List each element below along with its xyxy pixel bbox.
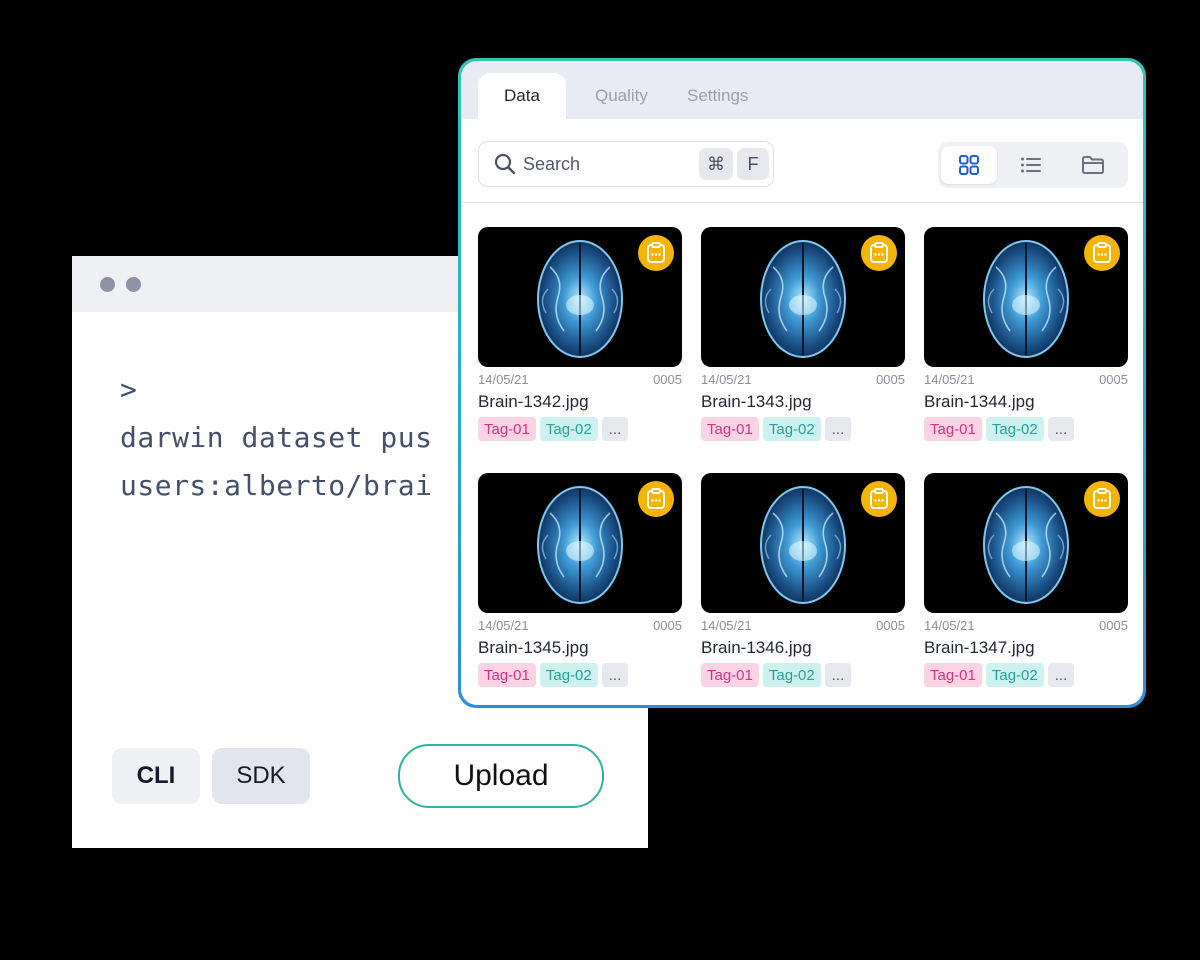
item-date: 14/05/21 xyxy=(478,618,529,633)
item-count: 0005 xyxy=(876,618,905,633)
image-card[interactable]: 14/05/21 0005 Brain-1344.jpg Tag-01 Tag-… xyxy=(924,227,1128,441)
more-tags-button[interactable]: ... xyxy=(1047,663,1075,687)
item-date: 14/05/21 xyxy=(924,372,975,387)
sdk-button[interactable]: SDK xyxy=(212,748,310,804)
window-dot xyxy=(126,277,141,292)
image-card[interactable]: 14/05/21 0005 Brain-1345.jpg Tag-01 Tag-… xyxy=(478,473,682,687)
image-card[interactable]: 14/05/21 0005 Brain-1343.jpg Tag-01 Tag-… xyxy=(701,227,905,441)
brain-scan-thumbnail xyxy=(478,473,682,613)
item-filename: Brain-1346.jpg xyxy=(701,638,812,657)
tag-list: Tag-01 Tag-02 ... xyxy=(478,663,682,687)
image-card[interactable]: 14/05/21 0005 Brain-1342.jpg Tag-01 Tag-… xyxy=(478,227,682,441)
tag-list: Tag-01 Tag-02 ... xyxy=(924,663,1128,687)
tag-01-badge[interactable]: Tag-01 xyxy=(924,663,982,687)
folder-icon xyxy=(1082,156,1104,174)
upload-button[interactable]: Upload xyxy=(398,744,604,808)
view-mode-toggle xyxy=(938,142,1128,188)
tag-01-badge[interactable]: Tag-01 xyxy=(701,663,759,687)
search-placeholder: Search xyxy=(523,154,581,174)
command-key-hint: ⌘ xyxy=(699,148,733,180)
clipboard-icon xyxy=(861,481,897,517)
tag-list: Tag-01 Tag-02 ... xyxy=(701,417,905,441)
search-icon xyxy=(493,152,517,181)
brain-scan-thumbnail xyxy=(478,227,682,367)
tag-01-badge[interactable]: Tag-01 xyxy=(478,417,536,441)
tab-settings[interactable]: Settings xyxy=(687,73,748,119)
terminal-output: > darwin dataset pus users:alberto/brai xyxy=(120,366,432,510)
more-tags-button[interactable]: ... xyxy=(824,663,852,687)
tag-02-badge[interactable]: Tag-02 xyxy=(539,417,598,441)
item-count: 0005 xyxy=(653,618,682,633)
item-filename: Brain-1342.jpg xyxy=(478,392,589,411)
terminal-command-line: users:alberto/brai xyxy=(120,469,433,502)
clipboard-icon xyxy=(638,481,674,517)
more-tags-button[interactable]: ... xyxy=(601,417,629,441)
tag-02-badge[interactable]: Tag-02 xyxy=(985,663,1044,687)
tag-02-badge[interactable]: Tag-02 xyxy=(762,663,821,687)
item-count: 0005 xyxy=(1099,372,1128,387)
cli-button[interactable]: CLI xyxy=(112,748,200,804)
clipboard-icon xyxy=(638,235,674,271)
image-card[interactable]: 14/05/21 0005 Brain-1347.jpg Tag-01 Tag-… xyxy=(924,473,1128,687)
tag-02-badge[interactable]: Tag-02 xyxy=(539,663,598,687)
window-dot xyxy=(100,277,115,292)
item-filename: Brain-1344.jpg xyxy=(924,392,1035,411)
folder-view-button[interactable] xyxy=(1065,146,1121,184)
clipboard-icon xyxy=(861,235,897,271)
item-filename: Brain-1345.jpg xyxy=(478,638,589,657)
terminal-prompt: > xyxy=(120,373,138,406)
list-icon xyxy=(1021,157,1041,173)
more-tags-button[interactable]: ... xyxy=(1047,417,1075,441)
dataset-panel: Data Quality Settings Search ⌘ F 14/05/2… xyxy=(458,58,1146,708)
tab-bar: Data Quality Settings xyxy=(461,61,1143,119)
item-filename: Brain-1343.jpg xyxy=(701,392,812,411)
tab-quality[interactable]: Quality xyxy=(595,73,648,119)
terminal-command-line: darwin dataset pus xyxy=(120,421,433,454)
list-view-button[interactable] xyxy=(1003,146,1059,184)
tab-data[interactable]: Data xyxy=(478,73,566,119)
item-count: 0005 xyxy=(653,372,682,387)
tag-01-badge[interactable]: Tag-01 xyxy=(924,417,982,441)
search-input[interactable]: Search ⌘ F xyxy=(478,141,774,187)
grid-icon xyxy=(959,155,979,175)
tag-02-badge[interactable]: Tag-02 xyxy=(985,417,1044,441)
item-date: 14/05/21 xyxy=(478,372,529,387)
f-key-hint: F xyxy=(737,148,769,180)
tag-01-badge[interactable]: Tag-01 xyxy=(478,663,536,687)
item-date: 14/05/21 xyxy=(701,372,752,387)
tag-02-badge[interactable]: Tag-02 xyxy=(762,417,821,441)
tag-list: Tag-01 Tag-02 ... xyxy=(478,417,682,441)
brain-scan-thumbnail xyxy=(924,227,1128,367)
item-count: 0005 xyxy=(1099,618,1128,633)
image-card[interactable]: 14/05/21 0005 Brain-1346.jpg Tag-01 Tag-… xyxy=(701,473,905,687)
tag-01-badge[interactable]: Tag-01 xyxy=(701,417,759,441)
brain-scan-thumbnail xyxy=(924,473,1128,613)
item-date: 14/05/21 xyxy=(701,618,752,633)
item-count: 0005 xyxy=(876,372,905,387)
brain-scan-thumbnail xyxy=(701,227,905,367)
clipboard-icon xyxy=(1084,481,1120,517)
item-date: 14/05/21 xyxy=(924,618,975,633)
clipboard-icon xyxy=(1084,235,1120,271)
grid-view-button[interactable] xyxy=(941,146,997,184)
brain-scan-thumbnail xyxy=(701,473,905,613)
toolbar-divider xyxy=(461,202,1143,203)
more-tags-button[interactable]: ... xyxy=(601,663,629,687)
tag-list: Tag-01 Tag-02 ... xyxy=(924,417,1128,441)
tag-list: Tag-01 Tag-02 ... xyxy=(701,663,905,687)
item-filename: Brain-1347.jpg xyxy=(924,638,1035,657)
more-tags-button[interactable]: ... xyxy=(824,417,852,441)
